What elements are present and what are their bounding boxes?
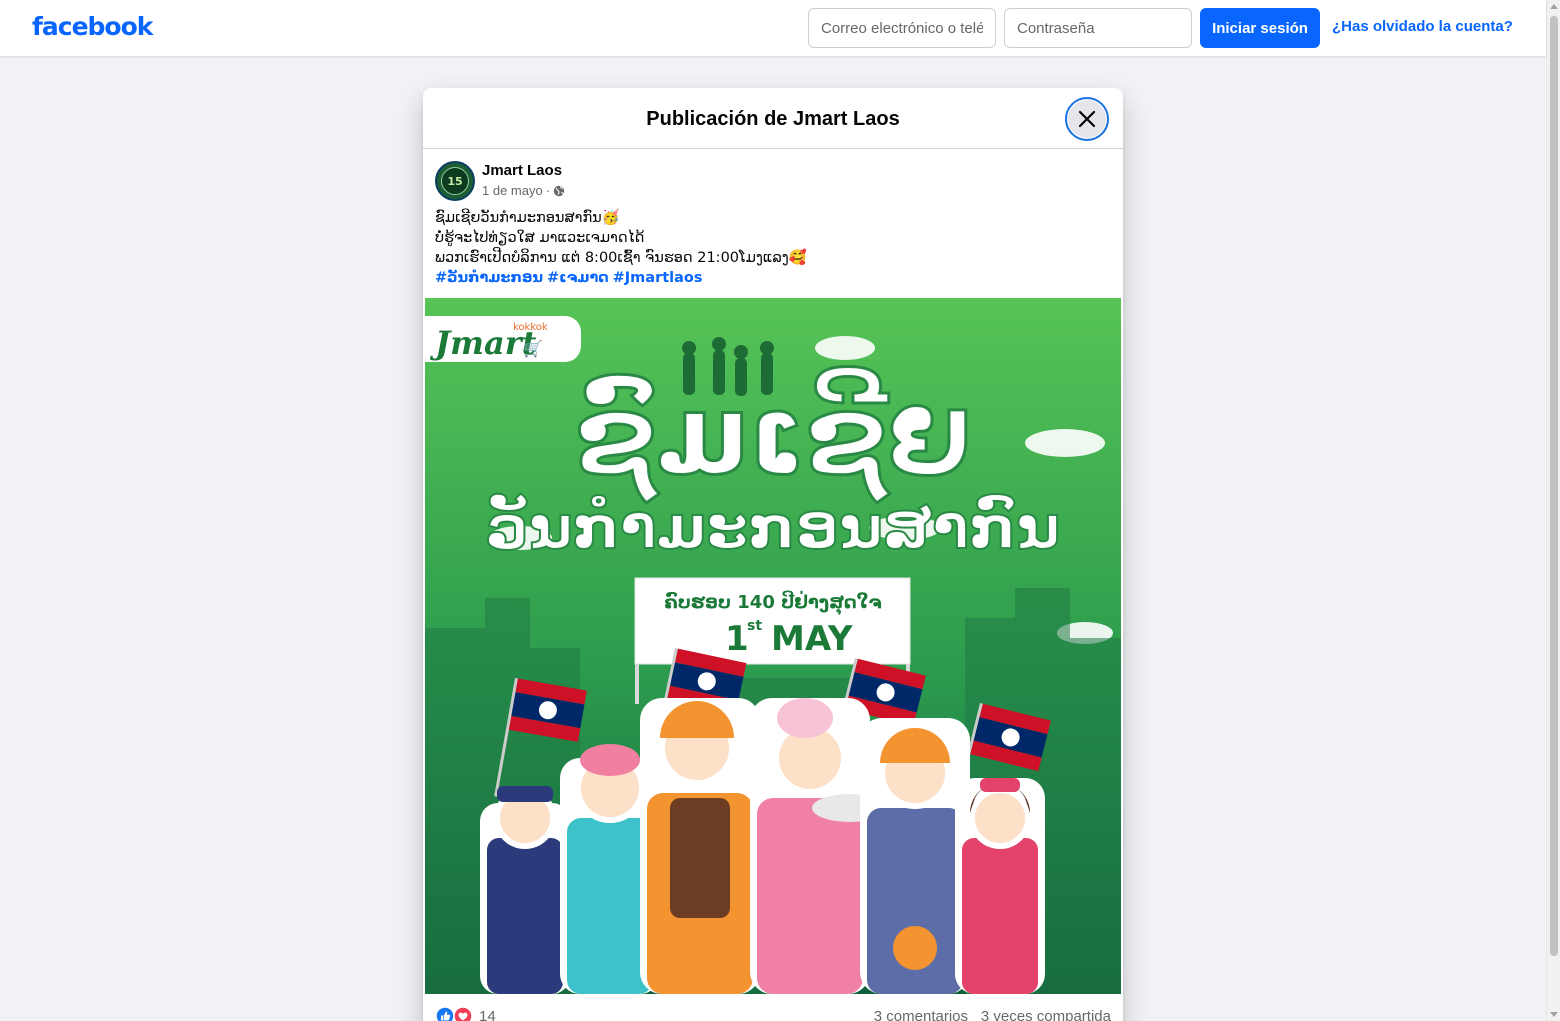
scroll-up-arrow-icon[interactable] <box>1550 4 1558 9</box>
reaction-count[interactable]: 14 <box>479 1008 496 1021</box>
avatar[interactable]: 15 <box>435 161 475 201</box>
globe-icon <box>553 185 565 196</box>
dialog-title: Publicación de Jmart Laos <box>646 108 900 130</box>
meta-separator: · <box>545 183 551 198</box>
comments-count[interactable]: 3 comentarios <box>874 1008 968 1021</box>
password-field[interactable] <box>1004 8 1192 48</box>
forgot-account-link[interactable]: ¿Has olvidado la cuenta? <box>1332 18 1513 35</box>
facebook-logo[interactable]: facebook <box>32 12 153 41</box>
banner-date-number: 1 <box>725 619 749 659</box>
close-button[interactable] <box>1065 97 1109 141</box>
banner-date-month: MAY <box>771 619 853 659</box>
banner-anniversary-text: ຄົບຮອບ 140 ປີຢ່າງສຸດໃຈ <box>664 589 882 615</box>
email-field[interactable] <box>808 8 996 48</box>
scrollbar-thumb[interactable] <box>1550 16 1558 956</box>
reactions-bar: 14 3 comentarios 3 veces compartida <box>423 996 1123 1021</box>
labour-day-poster: Jmart kokkok 🛒 ຊົມເຊີຍ ວັນກຳມະກອນສາກົນ ຄ… <box>425 298 1121 994</box>
shares-count[interactable]: 3 veces compartida <box>981 1008 1111 1021</box>
top-navigation-bar: facebook Iniciar sesión ¿Has olvidado la… <box>0 0 1546 56</box>
author-name[interactable]: Jmart Laos <box>482 162 562 179</box>
scroll-down-arrow-icon[interactable] <box>1550 1012 1558 1017</box>
post-image[interactable]: Jmart kokkok 🛒 ຊົມເຊີຍ ວັນກຳມະກອນສາກົນ ຄ… <box>425 298 1121 994</box>
hashtag-link[interactable]: #ວັນກຳມະກອນ <box>435 270 543 286</box>
hashtag-link[interactable]: #Jmartlaos <box>613 270 703 286</box>
post-meta: 1 de mayo · <box>482 183 565 198</box>
headline-labour-day: ວັນກຳມະກອນສາກົນ <box>486 493 1060 563</box>
post-date[interactable]: 1 de mayo <box>482 183 543 198</box>
hashtag-list: #ວັນກຳມະກອນ #ເຈມາດ #Jmartlaos <box>435 268 1111 288</box>
avatar-badge: 15 <box>447 175 463 188</box>
reaction-icons[interactable] <box>436 1006 476 1021</box>
banner-date-suffix: st <box>747 618 762 634</box>
post-line: ບໍ່ຮູ້ຈະໄປທ່ຽວໃສ ມາແວະເຈມາດໄດ້ <box>435 230 645 246</box>
post-message: ຊົມເຊີຍວັນກຳມະກອນສາກົນ🥳 ບໍ່ຮູ້ຈະໄປທ່ຽວໃສ… <box>423 208 1123 288</box>
page-scrollbar[interactable] <box>1546 0 1560 1021</box>
post-dialog: Publicación de Jmart Laos 15 Jmart Laos … <box>423 88 1123 1021</box>
close-icon <box>1078 110 1096 128</box>
hashtag-link[interactable]: #ເຈມາດ <box>547 270 609 286</box>
kokkok-logo-text: kokkok <box>513 322 548 333</box>
cart-icon: 🛒 <box>523 339 543 358</box>
login-button[interactable]: Iniciar sesión <box>1200 8 1320 48</box>
post-line: ພວກເຮົາເປີດບໍລິການ ແຕ່ 8:00ເຊົ້າ ຈົນຮອດ … <box>435 250 807 266</box>
headline-congrats: ຊົມເຊີຍ <box>575 366 971 503</box>
post-line: ຊົມເຊີຍວັນກຳມະກອນສາກົນ🥳 <box>435 210 620 226</box>
post-header: 15 Jmart Laos 1 de mayo · <box>423 149 1123 209</box>
dialog-header: Publicación de Jmart Laos <box>423 88 1123 149</box>
